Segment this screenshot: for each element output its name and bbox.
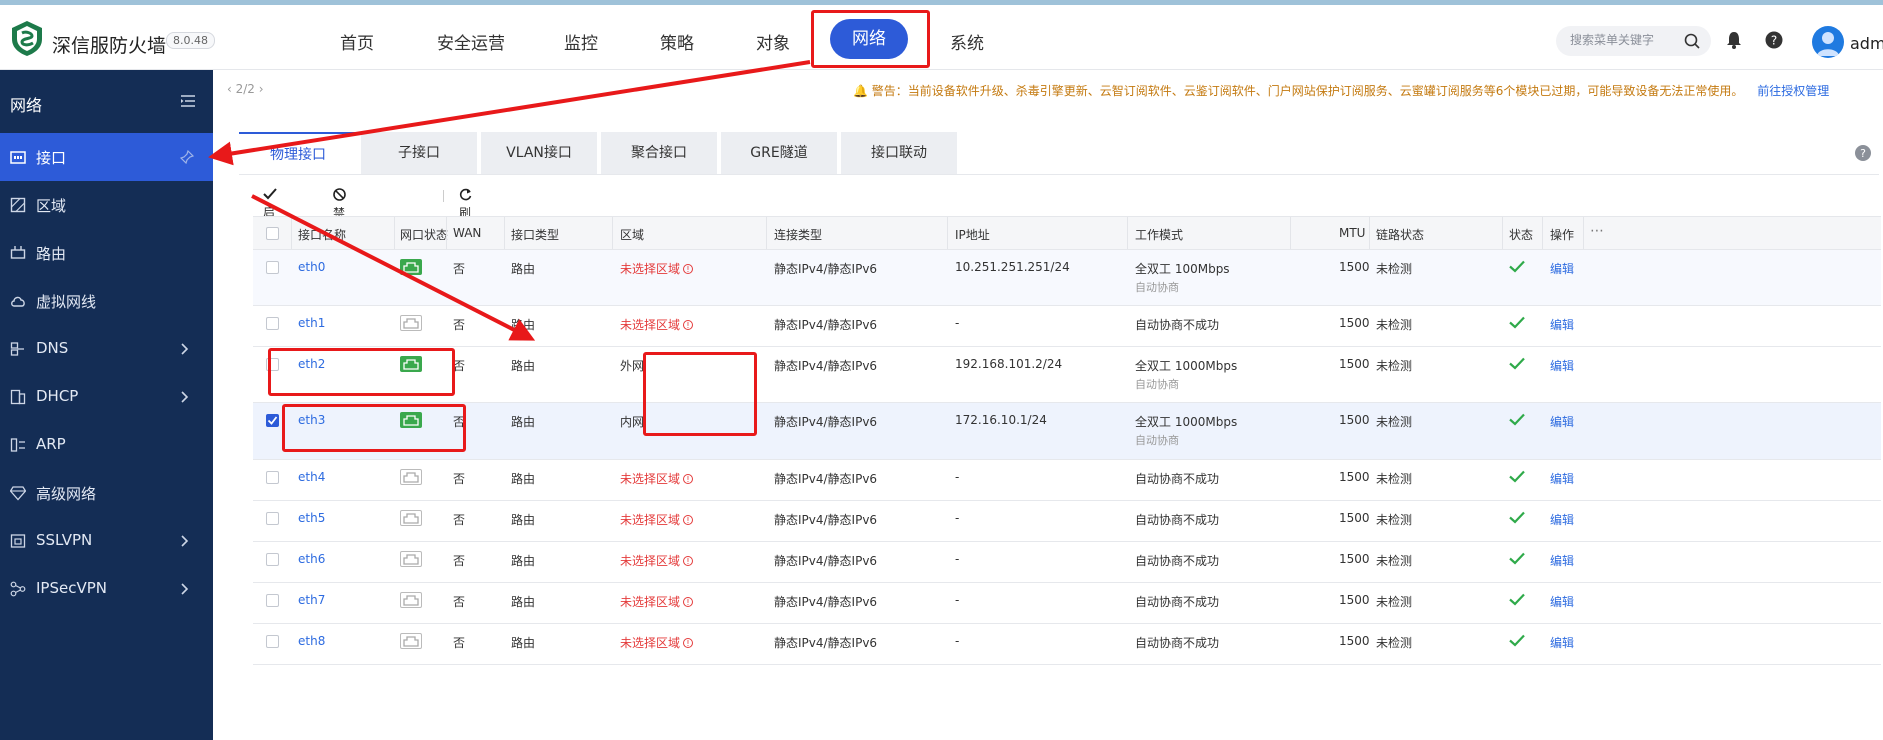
arrow-to-interface-table — [251, 194, 536, 341]
annotation-arrows — [208, 60, 811, 341]
arrow-network-to-interface — [208, 60, 811, 166]
